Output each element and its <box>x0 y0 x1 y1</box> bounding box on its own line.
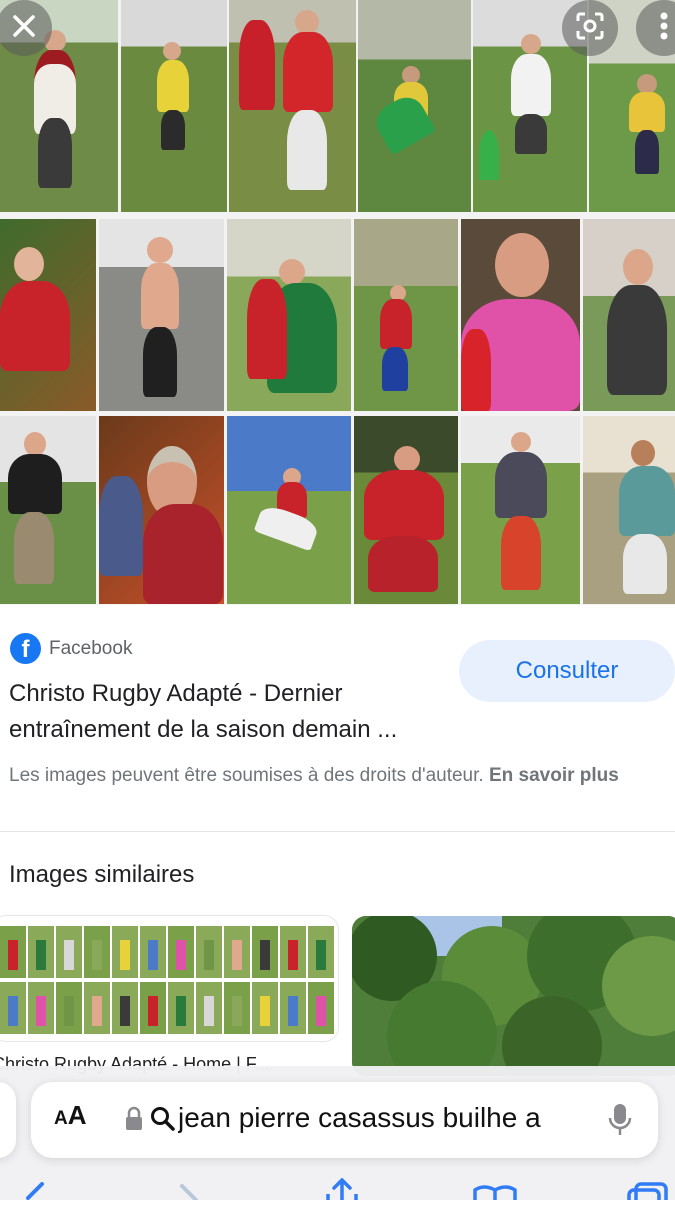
aa-large-letter: A <box>67 1100 87 1130</box>
photo-tile <box>354 219 458 411</box>
previous-tab-edge[interactable] <box>0 1082 16 1158</box>
copyright-notice: Les images peuvent être soumises à des d… <box>9 762 669 790</box>
photo-tile <box>227 219 351 411</box>
mini-photo-figure <box>260 940 270 970</box>
learn-more-link[interactable]: En savoir plus <box>489 765 619 786</box>
photo-tile <box>354 416 458 604</box>
mini-photo-figure <box>64 996 74 1026</box>
mini-photo-figure <box>148 940 158 970</box>
similar-image-thumbnail <box>352 916 675 1076</box>
facebook-logo-icon: f <box>10 633 41 664</box>
back-icon[interactable] <box>18 1182 48 1205</box>
photo-tile <box>229 0 356 212</box>
consult-button[interactable]: Consulter <box>459 640 675 702</box>
page-settings-button[interactable]: AA <box>54 1100 87 1131</box>
similar-images-heading: Images similaires <box>9 861 195 888</box>
mini-photo-figure <box>316 940 326 970</box>
search-icon <box>150 1106 176 1137</box>
mini-photo-figure <box>288 996 298 1026</box>
mini-photo-figure <box>316 996 326 1026</box>
photo-tile <box>99 416 224 604</box>
aa-small-letter: A <box>54 1108 68 1129</box>
photo-tile <box>583 219 675 411</box>
microphone-icon[interactable] <box>608 1102 632 1143</box>
mini-photo-figure <box>204 996 214 1026</box>
photo-tile <box>0 219 96 411</box>
close-icon <box>10 12 38 45</box>
photo-tile <box>0 416 96 604</box>
mini-photo-figure <box>288 940 298 970</box>
mini-photo-figure <box>36 940 46 970</box>
mini-photo-figure <box>176 940 186 970</box>
photo-tile <box>461 219 580 411</box>
copyright-text: Les images peuvent être soumises à des d… <box>9 765 489 786</box>
mini-photo-figure <box>8 996 18 1026</box>
mini-photo-figure <box>260 996 270 1026</box>
mini-photo-figure <box>148 996 158 1026</box>
mini-photo-figure <box>204 940 214 970</box>
photo-tile <box>461 416 580 604</box>
bookmarks-icon[interactable] <box>472 1184 518 1205</box>
photo-tile <box>358 0 471 212</box>
mini-photo-figure <box>8 940 18 970</box>
photo-tile <box>121 0 227 212</box>
lens-icon <box>574 10 606 47</box>
forward-icon[interactable] <box>176 1184 206 1205</box>
more-vertical-icon <box>659 11 669 46</box>
share-icon[interactable] <box>322 1177 362 1205</box>
mini-photo-figure <box>64 940 74 970</box>
mini-photo-figure <box>120 996 130 1026</box>
similar-image-thumbnail <box>0 916 338 1041</box>
result-title[interactable]: Christo Rugby Adapté - Dernier entraînem… <box>9 676 449 748</box>
address-bar-text[interactable]: jean pierre casassus builhe a <box>178 1102 580 1134</box>
mini-photo-figure <box>92 940 102 970</box>
source-row[interactable]: f Facebook <box>10 633 132 664</box>
photo-tile <box>227 416 351 604</box>
photo-tile <box>99 219 224 411</box>
facebook-logo-letter: f <box>21 636 30 663</box>
mini-photo-figure <box>232 940 242 970</box>
lens-button[interactable] <box>562 0 618 56</box>
photo-tile <box>583 416 675 604</box>
hero-image-collage[interactable] <box>0 0 675 605</box>
mini-photo-figure <box>92 996 102 1026</box>
tabs-icon[interactable] <box>626 1182 670 1205</box>
mini-photo-figure <box>120 940 130 970</box>
similar-image-card[interactable] <box>352 916 675 1076</box>
similar-image-card[interactable] <box>0 916 338 1041</box>
mini-photo-figure <box>176 996 186 1026</box>
lock-icon <box>124 1106 144 1137</box>
mini-photo-figure <box>36 996 46 1026</box>
mini-photo-figure <box>232 996 242 1026</box>
source-name: Facebook <box>49 637 133 659</box>
divider <box>0 831 675 832</box>
